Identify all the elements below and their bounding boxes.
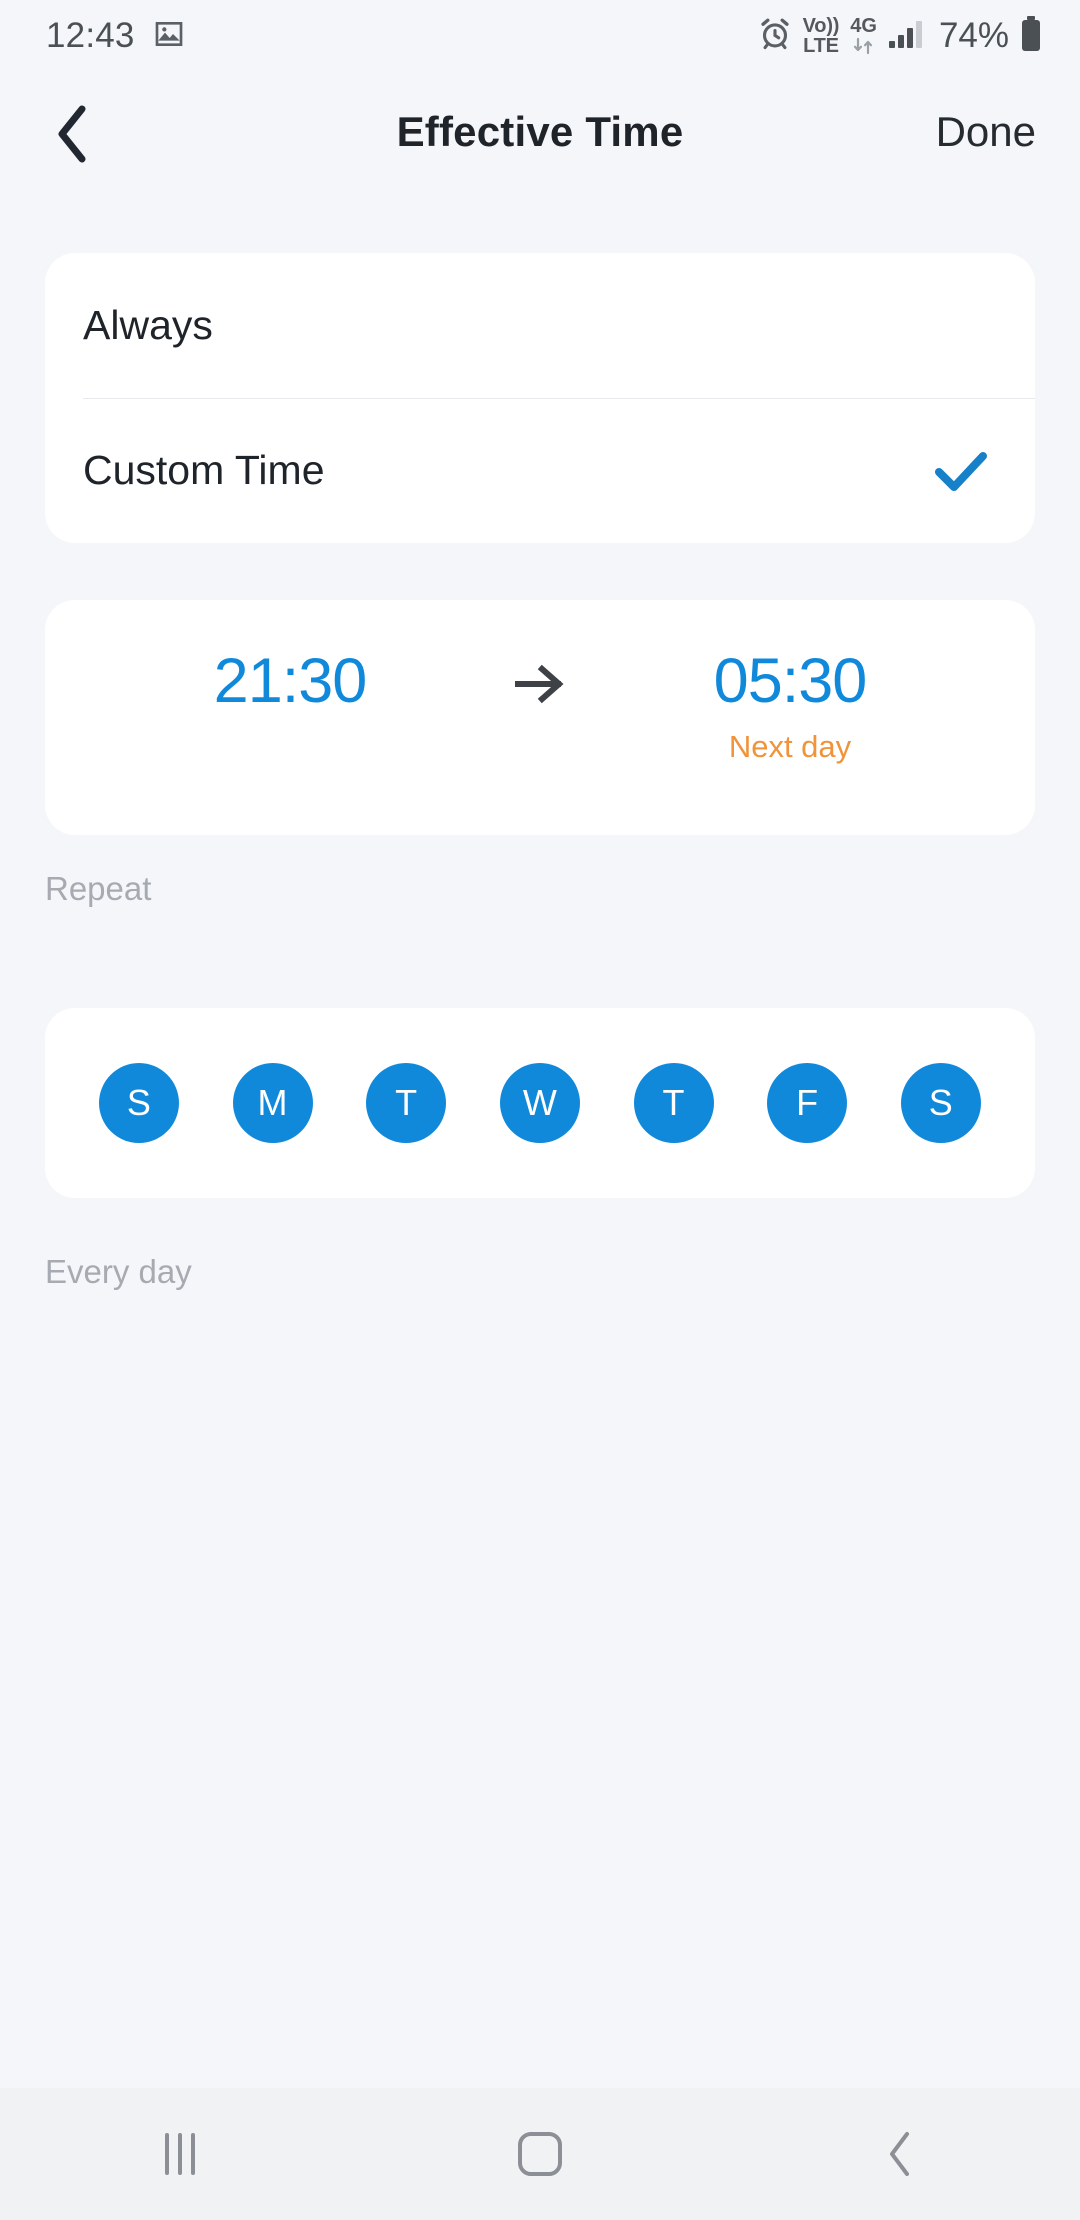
system-navigation-bar bbox=[0, 2088, 1080, 2220]
day-chip-saturday[interactable]: S bbox=[900, 1063, 981, 1143]
volte-top-label: Vo)) bbox=[802, 15, 840, 37]
end-time-value: 05:30 bbox=[713, 646, 868, 716]
system-back-button[interactable] bbox=[800, 2088, 1000, 2220]
effective-time-mode-card: Always Custom Time bbox=[45, 253, 1035, 543]
app-bar: Effective Time Done bbox=[0, 72, 1080, 192]
battery-icon bbox=[1020, 15, 1042, 57]
battery-percent-label: 74% bbox=[938, 16, 1009, 55]
option-row-custom-time[interactable]: Custom Time bbox=[45, 398, 1035, 543]
back-icon bbox=[890, 2132, 909, 2176]
recents-button[interactable] bbox=[80, 2088, 280, 2220]
end-time-picker[interactable]: 05:30 Next day bbox=[595, 650, 985, 765]
checkmark-icon bbox=[933, 447, 989, 495]
time-range-card: 21:30 05:30 Next day bbox=[45, 600, 1035, 835]
status-bar: 12:43 Vo)) LTE 4G 74% bbox=[0, 0, 1080, 72]
repeat-section-label: Repeat bbox=[45, 870, 152, 907]
option-row-always[interactable]: Always bbox=[45, 253, 1035, 399]
start-time-value: 21:30 bbox=[213, 646, 368, 716]
day-chip-wednesday[interactable]: W bbox=[499, 1063, 580, 1143]
home-button[interactable] bbox=[440, 2088, 640, 2220]
page-title: Effective Time bbox=[396, 108, 684, 155]
end-time-next-day-label: Next day bbox=[728, 729, 852, 764]
gallery-icon bbox=[153, 18, 185, 55]
day-chip-thursday[interactable]: T bbox=[633, 1063, 714, 1143]
done-button[interactable]: Done bbox=[936, 72, 1036, 192]
status-bar-right: Vo)) LTE 4G 74% bbox=[758, 15, 1042, 57]
status-bar-clock: 12:43 bbox=[46, 16, 135, 55]
day-chip-monday[interactable]: M bbox=[232, 1063, 313, 1143]
4g-data-icon: 4G bbox=[850, 16, 877, 56]
repeat-days-row: S M T W T F S bbox=[45, 1008, 1035, 1198]
option-label-always: Always bbox=[83, 302, 213, 348]
phone-screen: 12:43 Vo)) LTE 4G 74% Effective Time Don… bbox=[0, 0, 1080, 2220]
volte-icon: Vo)) LTE bbox=[803, 16, 840, 56]
status-bar-left: 12:43 bbox=[46, 16, 185, 56]
data-network-label: 4G bbox=[850, 15, 877, 37]
home-icon bbox=[518, 2132, 562, 2176]
day-chip-sunday[interactable]: S bbox=[99, 1063, 179, 1143]
repeat-days-card: S M T W T F S bbox=[45, 1008, 1035, 1198]
start-time-picker[interactable]: 21:30 bbox=[95, 650, 485, 713]
recents-icon bbox=[165, 2133, 195, 2175]
day-chip-tuesday[interactable]: T bbox=[366, 1063, 447, 1143]
signal-bars-icon bbox=[888, 19, 924, 54]
alarm-icon bbox=[758, 17, 792, 56]
time-range-arrow-icon bbox=[485, 650, 595, 704]
day-chip-friday[interactable]: F bbox=[767, 1063, 848, 1143]
repeat-summary-label: Every day bbox=[45, 1253, 192, 1290]
volte-bottom-label: LTE bbox=[803, 35, 839, 57]
option-label-custom-time: Custom Time bbox=[83, 447, 325, 493]
